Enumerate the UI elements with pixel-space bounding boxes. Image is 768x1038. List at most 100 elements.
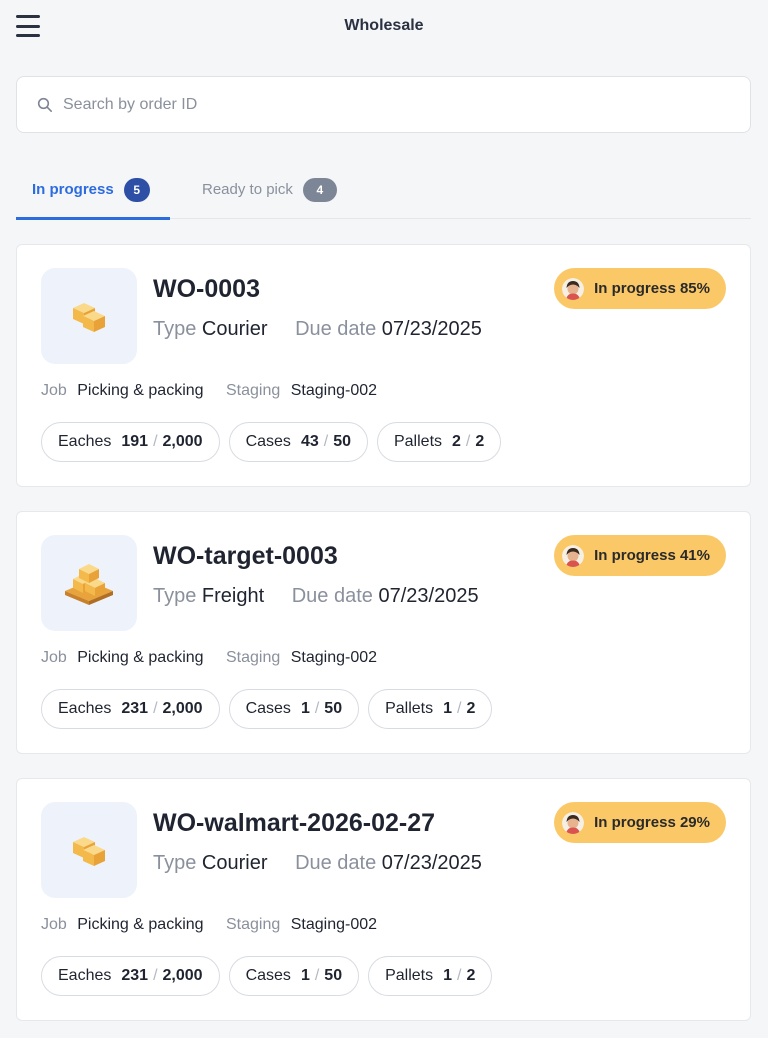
order-thumbnail [41,535,137,631]
chip-total: 50 [324,700,343,717]
cases-chip: Cases 1/50 [228,689,360,729]
staging-value: Staging-002 [290,382,378,399]
order-meta: Type Courier Due date 07/23/2025 [153,852,482,875]
status-badge: In progress 29% [554,802,726,843]
job-value: Picking & packing [77,649,204,666]
order-meta: Type Freight Due date 07/23/2025 [153,585,479,608]
search-box[interactable] [16,76,751,133]
chip-done: 191 [121,433,149,450]
job-label: Job [41,916,67,933]
tab-ready-to-pick[interactable]: Ready to pick 4 [202,160,337,219]
pallet-boxes-icon [65,564,113,605]
due-value: 07/23/2025 [378,585,479,607]
chip-total: 2 [466,967,476,984]
type-label: Type [153,852,197,874]
tab-in-progress[interactable]: In progress 5 [16,160,170,220]
chip-total: 2,000 [162,967,203,984]
chip-label: Eaches [58,700,112,717]
chip-label: Pallets [385,967,434,984]
due-value: 07/23/2025 [381,852,482,874]
status-text: In progress 41% [594,547,710,564]
tab-label: Ready to pick [202,181,293,198]
tab-label: In progress [32,181,114,198]
job-value: Picking & packing [77,382,204,399]
type-label: Type [153,318,197,340]
boxes-icon [73,837,105,866]
type-label: Type [153,585,197,607]
type-value: Courier [201,318,268,340]
order-id: WO-walmart-2026-02-27 [153,809,436,837]
chip-done: 1 [300,700,310,717]
quantity-chips: Eaches 231/2,000 Cases 1/50 Pallets 1/2 [41,956,493,996]
order-id: WO-0003 [153,275,260,303]
staging-value: Staging-002 [290,649,378,666]
status-text: In progress 29% [594,814,710,831]
top-bar: Wholesale [0,0,768,56]
count-badge: 5 [123,177,150,202]
chip-total: 50 [333,433,351,450]
eaches-chip: Eaches 191/2,000 [41,422,220,462]
user-avatar [562,544,585,567]
page-title: Wholesale [344,17,424,34]
due-value: 07/23/2025 [381,318,482,340]
job-row: Job Picking & packing Staging Staging-00… [41,382,377,400]
status-badge: In progress 85% [554,268,726,309]
eaches-chip: Eaches 231/2,000 [41,956,220,996]
quantity-chips: Eaches 191/2,000 Cases 43/50 Pallets 2/2 [41,422,502,462]
order-card[interactable]: WO-target-0003 Type Freight Due date 07/… [16,511,751,754]
chip-total: 2,000 [162,700,203,717]
chip-label: Pallets [385,700,434,717]
staging-value: Staging-002 [290,916,378,933]
chip-done: 231 [121,700,149,717]
chip-total: 2 [475,433,485,450]
chip-label: Eaches [58,433,112,450]
job-label: Job [41,649,67,666]
chip-done: 43 [300,433,319,450]
chip-done: 2 [452,433,461,450]
user-avatar [562,277,585,300]
user-avatar [562,811,585,834]
eaches-chip: Eaches 231/2,000 [41,689,220,729]
boxes-icon [73,303,105,332]
pallets-chip: Pallets 1/2 [368,689,493,729]
chip-total: 50 [324,967,343,984]
chip-label: Cases [245,433,291,450]
search-input[interactable] [63,95,750,114]
order-thumbnail [41,268,137,364]
chip-done: 1 [443,967,453,984]
cases-chip: Cases 1/50 [228,956,360,996]
search-icon [37,97,52,112]
type-value: Courier [201,852,268,874]
chip-total: 2 [466,700,476,717]
chip-done: 1 [300,967,310,984]
quantity-chips: Eaches 231/2,000 Cases 1/50 Pallets 1/2 [41,689,493,729]
cases-chip: Cases 43/50 [228,422,368,462]
staging-label: Staging [226,916,281,933]
order-meta: Type Courier Due date 07/23/2025 [153,318,482,341]
chip-done: 1 [443,700,453,717]
chip-label: Cases [245,700,291,717]
due-label: Due date [295,852,377,874]
count-badge: 4 [302,177,337,202]
staging-label: Staging [226,382,281,399]
status-text: In progress 85% [594,280,710,297]
chip-label: Cases [245,967,291,984]
order-card[interactable]: WO-0003 Type Courier Due date 07/23/2025… [16,244,751,487]
chip-total: 2,000 [162,433,203,450]
job-label: Job [41,382,67,399]
pallets-chip: Pallets 2/2 [376,422,502,462]
chip-done: 231 [121,967,149,984]
staging-label: Staging [226,649,281,666]
order-thumbnail [41,802,137,898]
type-value: Freight [201,585,265,607]
due-label: Due date [291,585,373,607]
job-value: Picking & packing [77,916,204,933]
status-badge: In progress 41% [554,535,726,576]
pallets-chip: Pallets 1/2 [368,956,493,996]
job-row: Job Picking & packing Staging Staging-00… [41,916,377,934]
chip-label: Eaches [58,967,112,984]
tab-bar: In progress 5 Ready to pick 4 [16,160,751,220]
order-id: WO-target-0003 [153,542,338,570]
chip-label: Pallets [393,433,443,450]
order-card[interactable]: WO-walmart-2026-02-27 Type Courier Due d… [16,778,751,1021]
